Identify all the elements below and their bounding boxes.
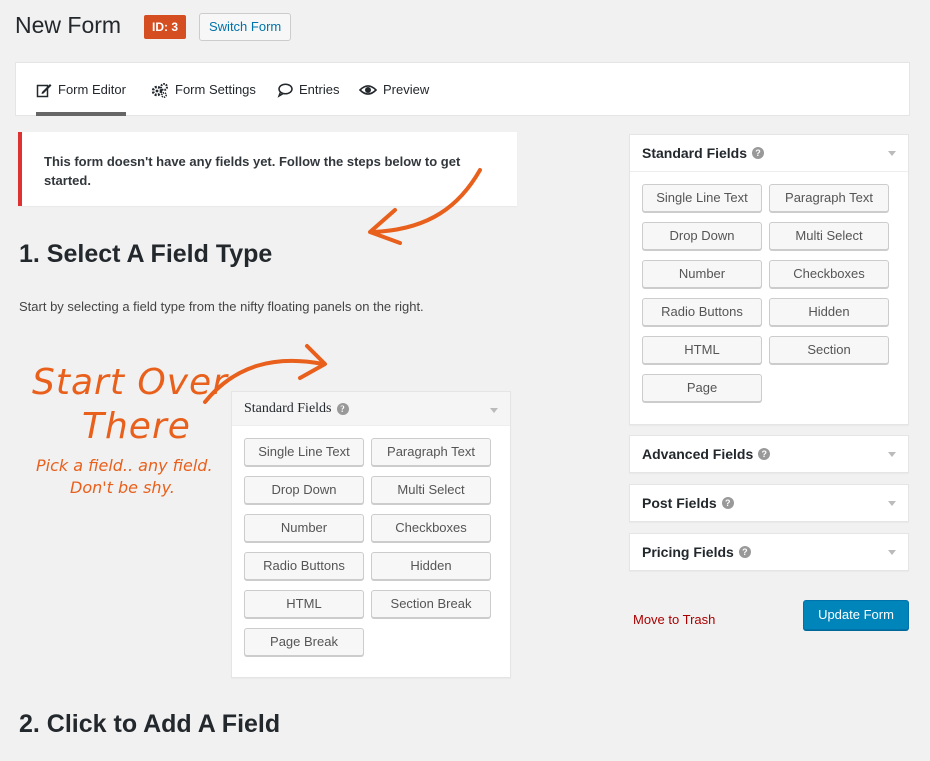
help-icon[interactable]: ? bbox=[721, 497, 734, 509]
add-section-button[interactable]: Section bbox=[769, 336, 889, 364]
tab-entries[interactable]: Entries bbox=[277, 63, 339, 116]
field-button: Paragraph Text bbox=[371, 438, 491, 466]
illustration-standard-fields-panel: Standard Fields ? Single Line Text Parag… bbox=[231, 391, 511, 678]
advanced-fields-header[interactable]: Advanced Fields ? bbox=[630, 436, 908, 472]
handwritten-pick-field: Pick a field.. any field. bbox=[36, 456, 213, 475]
gears-icon bbox=[151, 82, 169, 98]
chevron-down-icon[interactable] bbox=[888, 550, 896, 555]
step-1-title: 1. Select A Field Type bbox=[19, 240, 273, 268]
tab-entries-label: Entries bbox=[299, 82, 340, 97]
field-button: Multi Select bbox=[371, 476, 491, 504]
tab-form-editor-label: Form Editor bbox=[58, 82, 126, 97]
advanced-fields-title: Advanced Fields bbox=[642, 446, 754, 462]
handwritten-dont-be-shy: Don't be shy. bbox=[70, 478, 175, 497]
post-fields-title: Post Fields bbox=[642, 495, 717, 511]
tab-preview[interactable]: Preview bbox=[359, 63, 429, 116]
help-icon[interactable]: ? bbox=[758, 448, 771, 460]
tab-form-settings-label: Form Settings bbox=[175, 82, 256, 97]
tab-form-editor[interactable]: Form Editor bbox=[36, 63, 126, 116]
chevron-down-icon[interactable] bbox=[888, 501, 896, 506]
pricing-fields-header[interactable]: Pricing Fields ? bbox=[630, 534, 908, 570]
chevron-down-icon[interactable] bbox=[888, 452, 896, 457]
tab-form-settings[interactable]: Form Settings bbox=[151, 63, 256, 116]
pricing-fields-panel[interactable]: Pricing Fields ? bbox=[629, 533, 909, 571]
edit-icon bbox=[36, 82, 52, 98]
field-button: Drop Down bbox=[244, 476, 364, 504]
add-number-button[interactable]: Number bbox=[642, 260, 762, 288]
help-icon[interactable]: ? bbox=[738, 546, 751, 558]
tab-preview-label: Preview bbox=[383, 82, 430, 97]
handwritten-there: There bbox=[82, 406, 191, 447]
help-icon[interactable]: ? bbox=[752, 147, 765, 159]
move-to-trash-link[interactable]: Move to Trash bbox=[633, 612, 715, 627]
add-single-line-text-button[interactable]: Single Line Text bbox=[642, 184, 762, 212]
chevron-down-icon bbox=[490, 408, 498, 413]
switch-form-button[interactable]: Switch Form bbox=[199, 13, 292, 41]
help-icon: ? bbox=[336, 402, 349, 415]
pricing-fields-title: Pricing Fields bbox=[642, 544, 734, 560]
chevron-down-icon[interactable] bbox=[888, 151, 896, 156]
field-button: Single Line Text bbox=[244, 438, 364, 466]
field-button: HTML bbox=[244, 590, 364, 618]
illustration-panel-title: Standard Fields bbox=[244, 400, 332, 416]
add-hidden-button[interactable]: Hidden bbox=[769, 298, 889, 326]
field-button: Radio Buttons bbox=[244, 552, 364, 580]
field-button: Hidden bbox=[371, 552, 491, 580]
hand-drawn-arrow-icon bbox=[368, 168, 482, 245]
post-fields-panel[interactable]: Post Fields ? bbox=[629, 484, 909, 522]
comment-icon bbox=[277, 82, 293, 98]
field-button: Page Break bbox=[244, 628, 364, 656]
step-2-title: 2. Click to Add A Field bbox=[19, 710, 281, 738]
eye-icon bbox=[359, 82, 377, 98]
add-radio-buttons-button[interactable]: Radio Buttons bbox=[642, 298, 762, 326]
field-button: Checkboxes bbox=[371, 514, 491, 542]
standard-fields-header[interactable]: Standard Fields ? bbox=[630, 135, 908, 172]
add-html-button[interactable]: HTML bbox=[642, 336, 762, 364]
update-form-button[interactable]: Update Form bbox=[803, 600, 909, 630]
advanced-fields-panel[interactable]: Advanced Fields ? bbox=[629, 435, 909, 473]
add-checkboxes-button[interactable]: Checkboxes bbox=[769, 260, 889, 288]
add-multi-select-button[interactable]: Multi Select bbox=[769, 222, 889, 250]
standard-fields-panel: Standard Fields ? Single Line Text Parag… bbox=[629, 134, 909, 425]
form-tabs-bar: Form Editor Form Settings Entries Previe… bbox=[15, 62, 910, 116]
post-fields-header[interactable]: Post Fields ? bbox=[630, 485, 908, 521]
step-1-description: Start by selecting a field type from the… bbox=[19, 299, 424, 314]
field-button: Number bbox=[244, 514, 364, 542]
add-drop-down-button[interactable]: Drop Down bbox=[642, 222, 762, 250]
add-paragraph-text-button[interactable]: Paragraph Text bbox=[769, 184, 889, 212]
illustration-panel-header: Standard Fields ? bbox=[232, 392, 510, 426]
field-button: Section Break bbox=[371, 590, 491, 618]
form-id-badge: ID: 3 bbox=[144, 15, 187, 39]
add-page-button[interactable]: Page bbox=[642, 374, 762, 402]
standard-fields-title: Standard Fields bbox=[642, 145, 748, 161]
page-title: New Form bbox=[15, 12, 122, 38]
